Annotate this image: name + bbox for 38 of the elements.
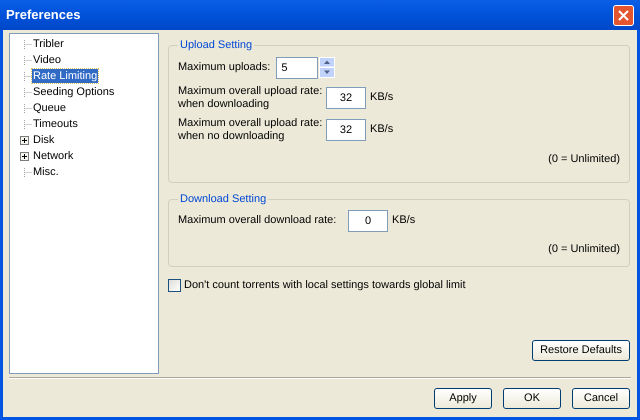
unit-label: KB/s — [370, 122, 394, 138]
unit-label: KB/s — [370, 90, 394, 106]
unlimited-note: (0 = Unlimited) — [548, 152, 620, 166]
dialog-button[interactable]: Cancel — [572, 388, 630, 409]
dialog-button[interactable]: Apply — [434, 388, 492, 409]
field-label: Maximum uploads: — [178, 60, 270, 76]
restore-defaults-button[interactable]: Restore Defaults — [532, 340, 630, 360]
tree-item[interactable]: Misc. — [32, 165, 60, 179]
field-label: when downloading — [178, 98, 270, 110]
tree-item[interactable]: Timeouts — [32, 117, 79, 131]
tree-item[interactable]: Disk — [32, 133, 56, 147]
tree-item[interactable]: Rate Limiting — [32, 69, 98, 83]
tree-item[interactable]: Video — [32, 53, 62, 67]
window-title: Preferences — [6, 6, 80, 24]
spinner-icon[interactable] — [319, 57, 336, 78]
tree-item[interactable]: Tribler — [32, 37, 65, 51]
group-title: Download Setting — [179, 192, 268, 207]
group-title: Upload Setting — [179, 38, 254, 53]
field-label: Maximum overall upload rate: — [178, 116, 322, 130]
field-label: Maximum overall upload rate: — [178, 84, 322, 98]
download-rate-field[interactable]: 0 — [348, 210, 388, 232]
dialog-button[interactable]: OK — [503, 388, 561, 409]
tree-item[interactable]: Seeding Options — [32, 85, 116, 99]
tree-item[interactable]: Queue — [32, 101, 68, 115]
upload-rate-field[interactable]: 32 — [326, 118, 366, 140]
tree-item[interactable]: Network — [32, 149, 74, 163]
unlimited-note: (0 = Unlimited) — [548, 242, 620, 256]
field-label: Maximum overall download rate: — [178, 213, 338, 228]
unit-label: KB/s — [392, 213, 416, 228]
checkbox[interactable] — [168, 278, 181, 292]
max-uploads-field[interactable]: 5 — [276, 56, 318, 78]
upload-rate-field[interactable]: 32 — [326, 86, 366, 108]
expand-icon[interactable] — [20, 152, 29, 160]
close-icon — [618, 10, 629, 20]
field-label: when no downloading — [178, 130, 286, 142]
checkbox-label: Don't count torrents with local settings towards global limit — [184, 278, 466, 293]
close-button[interactable] — [613, 4, 634, 26]
expand-icon[interactable] — [20, 136, 29, 144]
